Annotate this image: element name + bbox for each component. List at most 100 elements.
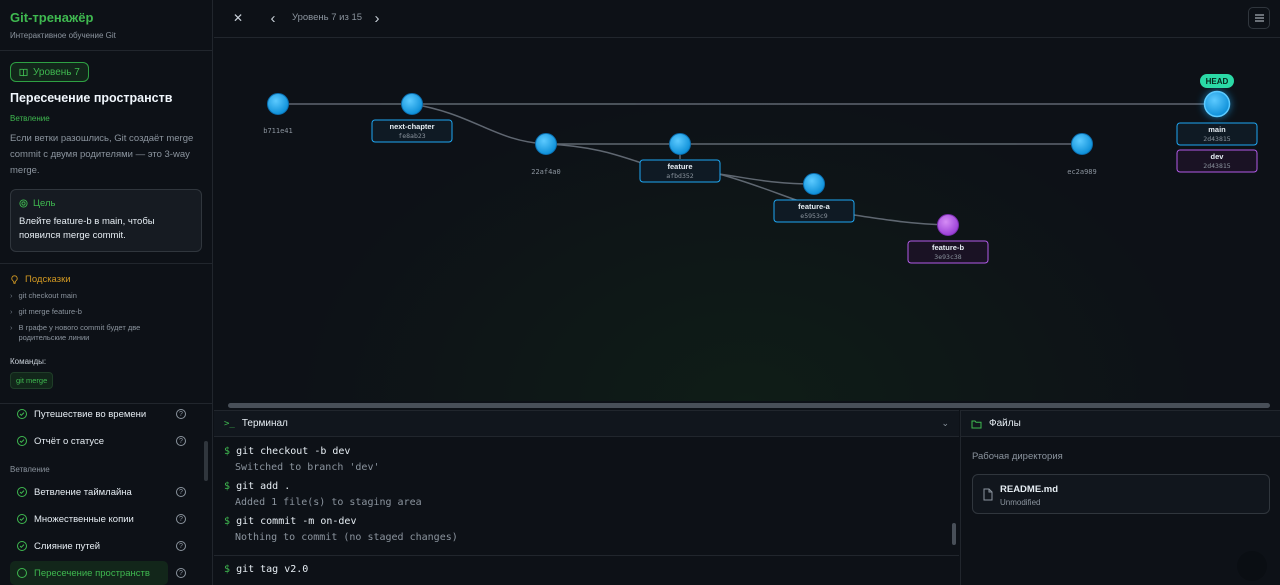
hints-toggle[interactable]: Подсказки [10,274,202,285]
level-badge-label: Уровень 7 [33,66,80,78]
branch-hash: 2d43815 [1203,135,1230,143]
book-icon [19,68,28,76]
file-name: README.md [1000,484,1059,495]
floating-button[interactable] [1237,551,1267,581]
files-title: Файлы [989,418,1021,429]
level-item[interactable]: Путешествие во времени ? [10,402,190,426]
commit-graph[interactable]: b711e41 next-chapter fe8ab23 22af4a0 fea… [214,39,1280,404]
terminal-title: Терминал [241,418,288,429]
level-counter: Уровень 7 из 15 [292,12,363,23]
branch-hash: fe8ab23 [398,132,425,140]
working-directory-label: Рабочая директория [972,451,1063,462]
goal-card: Цель Влейте feature-b в main, чтобы появ… [10,189,202,252]
branch-label[interactable]: dev 2d43815 [1176,149,1258,173]
head-badge: HEAD [1200,74,1234,88]
level-item-label: Множественные копии [34,513,134,525]
level-item-label: Пересечение пространств [34,567,150,579]
commit-node[interactable] [937,214,959,236]
chevron-down-icon[interactable]: ⌄ [941,418,949,429]
terminal-output-line: Added 1 file(s) to staging area [235,497,422,508]
terminal-command-line: $ git commit -m on-dev [224,516,357,527]
commit-node[interactable] [669,133,691,155]
level-item-label: Путешествие во времени [34,408,147,420]
terminal-header[interactable]: >_ Терминал [214,411,959,437]
close-button[interactable]: ✕ [230,10,246,26]
commit-node-head[interactable] [1203,90,1231,118]
brand-subtitle: Интерактивное обучение Git [10,31,116,40]
branch-label[interactable]: feature-b 3e93c38 [907,240,989,264]
scrollbar-thumb[interactable] [228,403,1270,408]
hint-item: › В графе у нового commit будет две родит… [10,323,141,342]
branch-label[interactable]: feature-a e5953c9 [773,199,855,223]
branch-name: next-chapter [389,122,434,131]
chevron-right-icon: › [10,291,13,300]
lesson-title: Пересечение пространств [10,91,173,105]
sidebar: Git-тренажёр Интерактивное обучение Git … [0,0,213,585]
level-badge: Уровень 7 [10,62,89,82]
level-item[interactable]: Ветвление таймлайна ? [10,480,190,504]
edge [853,214,949,226]
hint-item: › git merge feature-b [10,307,82,316]
next-level-button[interactable]: › [369,10,385,27]
commands-label: Команды: [10,357,47,366]
help-icon[interactable]: ? [176,541,186,551]
terminal-line-partial: - - - - [224,437,319,440]
lesson-category: Ветвление [10,114,50,123]
level-item[interactable]: Отчёт о статусе ? [10,429,190,453]
command-chip[interactable]: git merge [10,372,54,389]
commit-node[interactable] [267,93,289,115]
check-icon [17,487,27,497]
lesson-panel: Уровень 7 Пересечение пространств Ветвле… [0,51,212,252]
terminal-input[interactable]: $ git tag v2.0 [214,555,959,585]
close-icon: ✕ [232,11,244,25]
file-icon [983,488,993,501]
terminal-scrollbar[interactable] [952,523,956,545]
level-section-heading: Ветвление [10,465,50,474]
hints-panel: Подсказки › git checkout main › git merge … [0,263,212,389]
commit-node[interactable] [401,93,423,115]
prev-level-button[interactable]: ‹ [265,9,281,27]
help-icon[interactable]: ? [176,514,186,524]
target-icon [19,199,28,208]
chevron-right-icon: › [10,307,13,316]
commit-node[interactable] [803,173,825,195]
brand: Git-тренажёр Интерактивное обучение Git [0,0,212,51]
branch-hash: e5953c9 [800,212,827,220]
commit-graph-canvas: b711e41 next-chapter fe8ab23 22af4a0 fea… [263,74,1258,264]
level-item[interactable]: Слияние путей ? [10,534,190,558]
help-icon[interactable]: ? [176,436,186,446]
commit-hash: 22af4a0 [531,168,561,176]
terminal-output: - - - - $ git checkout -b dev Switched t… [214,437,959,555]
terminal-output-line: Nothing to commit (no staged changes) [235,532,458,543]
branch-hash: afbd352 [666,172,693,180]
menu-button[interactable] [1248,7,1270,29]
level-item-label: Ветвление таймлайна [34,486,132,498]
help-icon[interactable]: ? [176,409,186,419]
files-header: Файлы [961,411,1280,437]
app-root: Git-тренажёр Интерактивное обучение Git … [0,0,1280,585]
file-item[interactable]: README.md Unmodified [972,474,1270,514]
file-status: Unmodified [1000,498,1041,507]
level-list: Путешествие во времени ? Отчёт о статусе… [0,402,212,585]
level-list-scrollbar[interactable] [204,441,208,481]
branch-hash: 2d43815 [1203,162,1230,170]
level-item-active[interactable]: Пересечение пространств [10,561,168,585]
chevron-left-icon: ‹ [270,9,276,27]
level-item[interactable]: Множественные копии ? [10,507,190,531]
hint-item: › git checkout main [10,291,77,300]
help-icon[interactable]: ? [176,487,186,497]
branch-label[interactable]: feature afbd352 [639,159,721,183]
terminal-command-line: $ git checkout -b dev [224,446,351,457]
commit-node[interactable] [1071,133,1093,155]
menu-icon [1254,14,1264,22]
check-icon [17,541,27,551]
branch-label[interactable]: next-chapter fe8ab23 [371,119,453,143]
branch-name: feature [667,162,692,171]
branch-name: feature-b [932,243,965,252]
branch-label[interactable]: main 2d43815 [1176,122,1258,146]
files-panel: Файлы Рабочая директория README.md Unmod… [960,410,1280,585]
help-icon[interactable]: ? [176,568,186,578]
commit-node[interactable] [535,133,557,155]
terminal-icon: >_ [224,418,235,429]
graph-horizontal-scrollbar[interactable] [214,401,1280,410]
